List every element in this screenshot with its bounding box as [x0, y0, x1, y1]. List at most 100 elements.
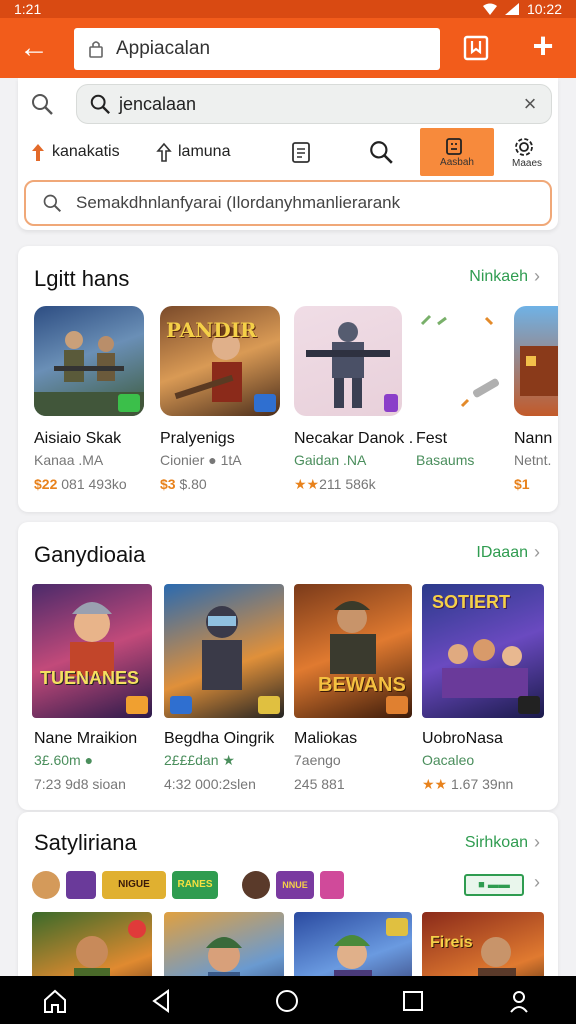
search-panel: jencalaan × kanakatis lamuna Aasbah Maae…	[18, 78, 558, 230]
tool-item-2[interactable]: lamuna	[156, 128, 230, 176]
game-cover[interactable]	[164, 584, 284, 718]
app-price: ★★ 1.67 39nn	[422, 776, 513, 793]
chevron-right-icon: ›	[534, 542, 540, 562]
arrow-up-icon	[156, 142, 172, 162]
tool-label-1: kanakatis	[52, 143, 120, 160]
chip-label[interactable]: NIGUE	[102, 871, 166, 899]
chip-row: NIGUE RANES NNUE	[32, 868, 344, 902]
app-price: 245 881	[294, 776, 345, 792]
tool-label-6: Maaes	[511, 157, 542, 169]
game-cover[interactable]: SOTIERT	[422, 584, 544, 718]
badge-icon	[386, 918, 408, 936]
price-detail: 211 586k	[319, 476, 376, 492]
see-more-link[interactable]: IDaaan ›	[476, 542, 540, 563]
see-more-label: Sirhkoan	[464, 833, 528, 851]
face-icon	[446, 137, 462, 155]
pin-icon	[32, 144, 44, 161]
price-detail: 1.67 39nn	[447, 776, 514, 792]
app-name: Begdha Oingrik	[164, 730, 275, 747]
filter-input[interactable]: Semakdhnlanfyarai (Ilordanyhmanlierarank	[24, 180, 552, 226]
person-icon[interactable]	[504, 986, 534, 1016]
badge-icon	[170, 696, 192, 714]
url-field[interactable]: Appiacalan	[74, 28, 440, 70]
price-value: $3	[160, 476, 176, 492]
tool-item-6[interactable]: Maaes	[502, 128, 552, 176]
app-developer: 3£.60m ●	[34, 752, 94, 768]
system-nav-bar	[0, 976, 576, 1024]
app-developer: 7aengo	[294, 752, 341, 768]
app-icon[interactable]	[514, 306, 558, 416]
gear-icon	[515, 137, 533, 156]
clipboard-icon	[292, 142, 310, 163]
app-developer: Netnt.	[514, 452, 552, 468]
chevron-right-icon: ›	[534, 872, 540, 892]
badge-icon	[384, 394, 398, 412]
signal-icon	[504, 3, 519, 15]
tool-item-5[interactable]: Aasbah	[420, 128, 494, 176]
price-detail: 081 493ko	[57, 476, 127, 492]
cover-title: BEWANS	[318, 674, 406, 696]
app-icon[interactable]	[416, 306, 504, 416]
see-more-label: Ninkaeh	[469, 267, 528, 285]
app-developer: Cionier ● 1tA	[160, 452, 242, 468]
price-detail: $.80	[175, 476, 207, 492]
status-time-left: 1:21	[14, 1, 42, 17]
tool-label-2: lamuna	[178, 143, 231, 160]
chip[interactable]	[320, 871, 344, 899]
badge-icon	[128, 920, 146, 938]
badge-icon	[386, 696, 408, 714]
search-icon[interactable]	[30, 92, 54, 116]
tool-item-1[interactable]: kanakatis	[30, 128, 120, 176]
app-price: 4:32 000:2slen	[164, 776, 256, 792]
add-icon[interactable]: +	[526, 28, 560, 64]
status-bar: 1:21 10:22	[0, 0, 576, 18]
chevron-right-icon: ›	[534, 266, 540, 286]
app-name: UobroNasa	[422, 730, 503, 747]
home-circle-icon[interactable]	[272, 986, 302, 1016]
scatter-art	[420, 314, 500, 408]
chip-label[interactable]: NNUE	[276, 871, 314, 899]
back-icon[interactable]	[146, 986, 176, 1016]
chip-label[interactable]: RANES	[172, 871, 218, 899]
app-icon[interactable]	[294, 306, 402, 416]
badge-icon	[254, 394, 276, 412]
app-price: ★★211 586k	[294, 476, 376, 493]
chevron-right-icon: ›	[534, 832, 540, 852]
cover-title: TUENANES	[40, 668, 140, 688]
app-developer: Basaums	[416, 452, 475, 468]
price-value: ★★	[422, 776, 448, 792]
price-value: $1	[514, 476, 530, 492]
back-arrow-icon[interactable]: ←	[14, 28, 54, 68]
app-name: Aisiaio Skak	[34, 430, 122, 447]
install-pill[interactable]: ■ ▬▬	[464, 874, 524, 896]
app-bar: ← Appiacalan +	[0, 18, 576, 78]
see-more-link[interactable]: Sirhkoan ›	[465, 832, 540, 853]
chip[interactable]	[66, 871, 96, 899]
app-name: Nane Mraikion	[34, 730, 138, 747]
chip-avatar[interactable]	[32, 871, 60, 899]
recents-icon[interactable]	[398, 986, 428, 1016]
lock-icon	[89, 41, 103, 58]
search-input[interactable]: jencalaan ×	[76, 84, 552, 124]
app-icon[interactable]	[34, 306, 144, 416]
section-title: Lgitt hans	[34, 266, 130, 291]
app-name: Pralyenigs	[160, 430, 235, 447]
game-cover[interactable]: TUENANES	[32, 584, 152, 718]
tool-row: kanakatis lamuna Aasbah Maaes	[18, 128, 558, 176]
tool-item-3[interactable]	[290, 128, 318, 176]
app-icon[interactable]: PANDIR	[160, 306, 280, 416]
app-price: $3 $.80	[160, 476, 207, 492]
clear-icon[interactable]: ×	[519, 93, 541, 115]
app-price: 7:23 9d8 sioan	[34, 776, 126, 792]
bookmark-icon[interactable]	[460, 32, 492, 64]
section-2: Ganydioaia IDaaan › TUENANES BEWANS SOTIE…	[18, 522, 558, 810]
game-cover[interactable]: BEWANS	[294, 584, 412, 718]
home-icon[interactable]	[40, 986, 70, 1016]
chip-avatar[interactable]	[242, 871, 270, 899]
badge-icon	[258, 696, 280, 714]
see-more-link[interactable]: Ninkaeh ›	[469, 266, 540, 287]
magnify-icon	[370, 141, 393, 164]
app-developer: 2£££dan ★	[164, 752, 235, 768]
price-value: ★★	[294, 476, 320, 492]
tool-item-4[interactable]	[368, 128, 400, 176]
